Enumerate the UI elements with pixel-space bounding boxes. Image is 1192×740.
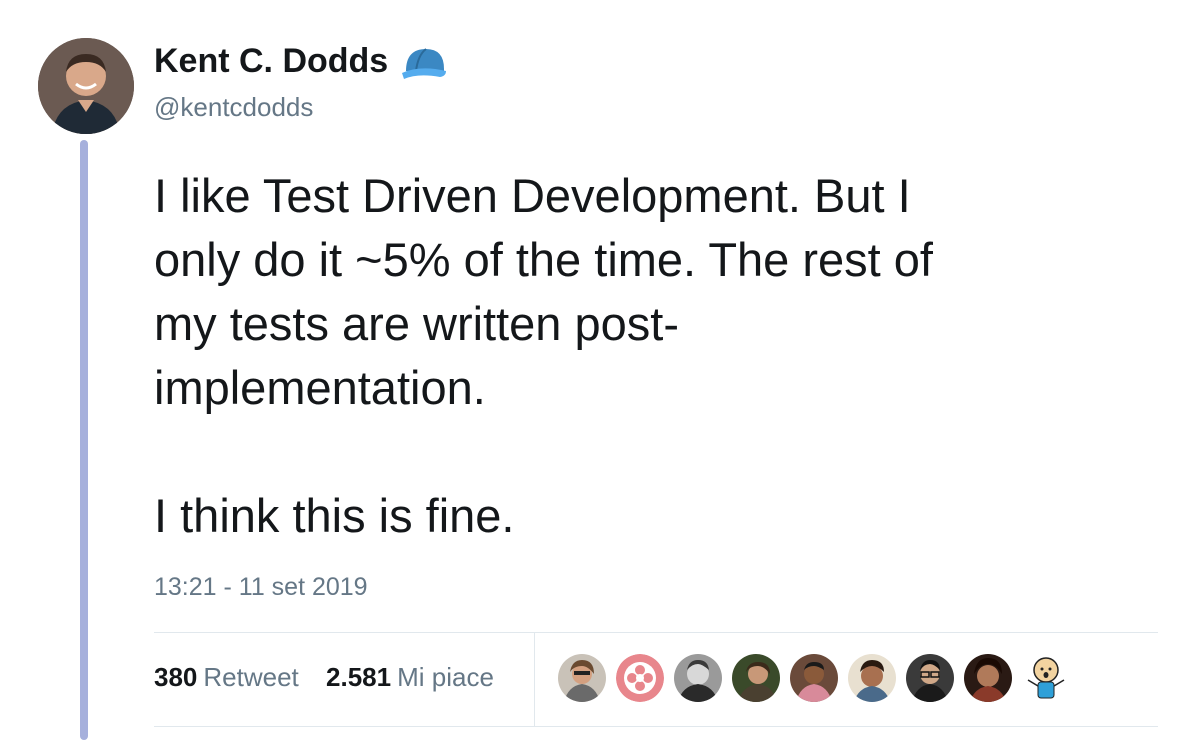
baseball-cap-icon	[402, 47, 447, 79]
stats-divider	[534, 633, 535, 726]
divider	[154, 726, 1158, 727]
liker-avatar[interactable]	[674, 654, 722, 702]
liker-avatar[interactable]	[1022, 654, 1070, 702]
author-display-name[interactable]: Kent C. Dodds	[154, 42, 448, 81]
liker-avatar-icon-9	[1022, 654, 1070, 702]
likes-label: Mi piace	[397, 662, 494, 692]
liker-avatar-icon-1	[558, 654, 606, 702]
retweets-label: Retweet	[203, 662, 299, 692]
liker-avatar-icon-3	[674, 654, 722, 702]
liker-avatar[interactable]	[964, 654, 1012, 702]
liker-avatar[interactable]	[732, 654, 780, 702]
liker-avatar-icon-5	[790, 654, 838, 702]
liker-avatar-icon-7	[906, 654, 954, 702]
liker-avatar[interactable]	[906, 654, 954, 702]
tweet-text: I like Test Driven Development. But I on…	[154, 169, 933, 542]
tweet-timestamp[interactable]: 13:21 - 11 set 2019	[154, 573, 368, 602]
likes-stat[interactable]: 2.581 Mi piace	[326, 662, 494, 693]
liker-avatar[interactable]	[790, 654, 838, 702]
liker-avatar-icon-2	[616, 654, 664, 702]
tweet-stats: 380 Retweet 2.581 Mi piace	[154, 662, 514, 693]
author-handle[interactable]: @kentcdodds	[154, 92, 313, 123]
author-avatar[interactable]	[38, 38, 134, 134]
likers-list	[558, 654, 1080, 702]
display-name-text: Kent C. Dodds	[154, 42, 389, 80]
liker-avatar-icon-8	[964, 654, 1012, 702]
thread-line	[80, 140, 88, 740]
likes-count: 2.581	[326, 662, 392, 692]
liker-avatar-icon-6	[848, 654, 896, 702]
liker-avatar[interactable]	[558, 654, 606, 702]
divider	[154, 632, 1158, 633]
liker-avatar[interactable]	[848, 654, 896, 702]
author-avatar-icon	[38, 38, 134, 134]
liker-avatar[interactable]	[616, 654, 664, 702]
liker-avatar-icon-4	[732, 654, 780, 702]
retweets-stat[interactable]: 380 Retweet	[154, 662, 299, 693]
retweets-count: 380	[154, 662, 198, 692]
